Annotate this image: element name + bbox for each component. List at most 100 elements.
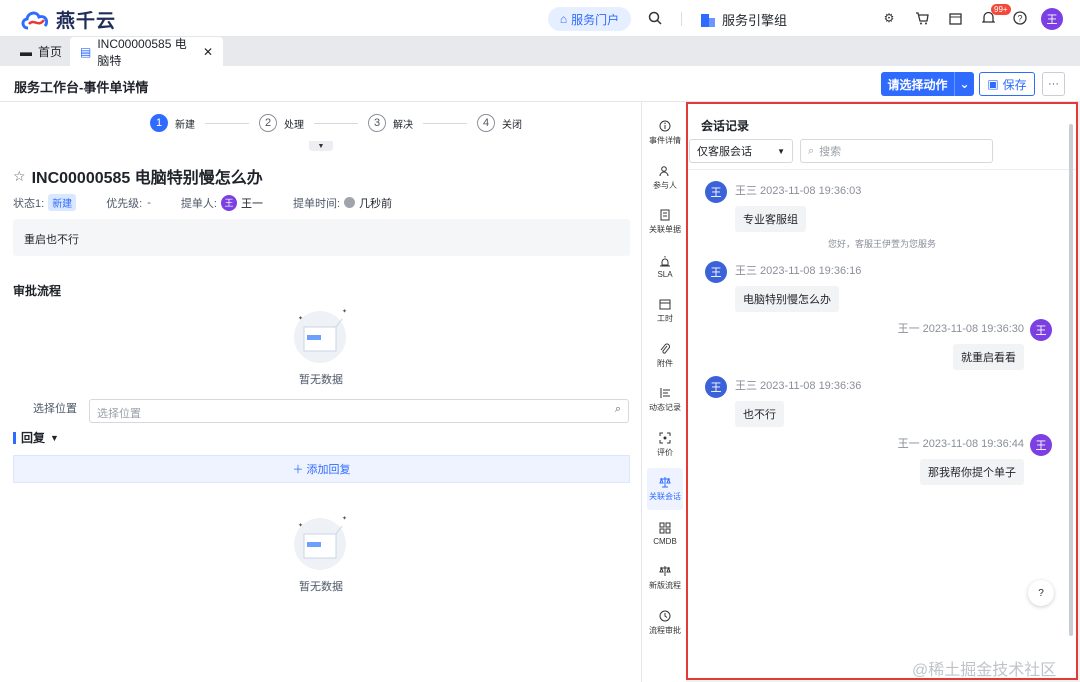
rail-item-activity-log[interactable]: 动态记录 [644,379,686,421]
side-rail: 事件详情 参与人 关联单据 SLA 工时 附件 动态记录 评价 关联会话 CMD… [641,102,686,682]
message-bubble: 也不行 [735,401,784,427]
rail-item-sla[interactable]: SLA [644,246,686,288]
tab-home-label: 首页 [38,45,63,59]
status-steps: 1 新建 2 处理 3 解决 4 关闭 [150,114,522,132]
watermark: @稀土掘金技术社区 [912,662,1057,679]
select-action-button[interactable]: 请选择动作 ⌄ [881,72,974,96]
chat-filter-select[interactable]: 仅客服会话 ▼ [689,139,793,163]
logo[interactable]: 燕千云 [20,6,116,33]
chat-filter-value: 仅客服会话 [697,146,752,158]
people-icon [659,166,669,177]
empty-box-icon: ✦✦ [294,308,347,363]
submitter-label: 提单人: [180,197,217,210]
location-input[interactable]: 选择位置 ⌕ [89,399,629,423]
scale-icon [659,477,671,488]
chat-message: 王三 2023-11-08 19:36:16 电脑特别慢怎么办 [735,262,861,312]
chat-search-input[interactable]: ⌕ 搜索 [800,139,993,163]
step-resolved: 3 解决 [368,114,413,132]
flow-icon [659,566,671,576]
cart-icon[interactable] [913,9,931,27]
service-group-selector[interactable]: 服务引擎组 [700,10,787,29]
add-reply-button[interactable]: ＋ 添加回复 [13,455,630,483]
message-sender-time: 王三 2023-11-08 19:36:36 [735,380,862,392]
rail-item-rating[interactable]: 评价 [644,424,686,466]
divider [688,169,1076,170]
scrollbar[interactable] [1069,124,1073,636]
floating-help-button[interactable]: ? [1028,580,1054,606]
avatar: 王 [705,181,727,203]
message-bubble: 那我帮你提个单子 [920,459,1024,485]
svg-text:?: ? [1017,14,1022,24]
chat-message: 王一 2023-11-08 19:36:30 就重启看看 [898,320,1024,370]
chevron-down-icon[interactable]: ⌄ [954,72,974,96]
chat-history-panel: 会话记录 仅客服会话 ▼ ⌕ 搜索 王 王三 2023-11-08 19:36:… [686,102,1078,680]
empty-box-icon: ✦✦ [294,515,347,570]
reply-section-toggle[interactable]: 回复 ▼ [13,429,59,446]
page-header: 服务工作台-事件单详情 请选择动作 ⌄ ▣ 保存 ··· [0,66,1080,102]
section-bar [13,431,16,444]
rail-item-new-flow[interactable]: 新版流程 [644,557,686,599]
user-avatar[interactable]: 王 [1041,8,1063,30]
help-icon[interactable]: ? [1011,9,1029,27]
rail-item-incident-detail[interactable]: 事件详情 [644,112,686,154]
message-bubble: 就重启看看 [953,344,1024,370]
rail-item-participants[interactable]: 参与人 [644,157,686,199]
service-portal-button[interactable]: ⌂ 服务门户 [548,7,631,31]
step-new: 1 新建 [150,114,195,132]
info-icon [659,120,671,132]
star-icon[interactable]: ☆ [13,168,26,185]
clock-icon [344,197,356,208]
add-reply-label: 添加回复 [306,464,351,476]
step-processing: 2 处理 [259,114,304,132]
service-group-label: 服务引擎组 [722,13,788,28]
incident-title-row: ☆ INC00000585 电脑特别慢怎么办 [13,164,263,188]
rail-item-flow-approval[interactable]: 流程审批 [644,602,686,644]
close-icon[interactable]: ✕ [203,45,213,59]
rail-item-work-hours[interactable]: 工时 [644,290,686,332]
location-placeholder: 选择位置 [97,408,141,420]
calendar-icon[interactable] [946,9,964,27]
chat-message: 王三 2023-11-08 19:36:36 也不行 [735,377,861,427]
top-bar: 燕千云 ⌂ 服务门户 服务引擎组 ⚙ 99+ ? 王 [0,0,1080,37]
rail-item-cmdb[interactable]: CMDB [644,513,686,555]
settings-icon[interactable]: ⚙ [880,9,898,27]
svg-text:✦: ✦ [342,515,347,522]
location-label: 选择位置 [33,403,77,415]
tab-home[interactable]: ▬ 首页 [10,37,72,66]
rail-item-attachments[interactable]: 附件 [644,335,686,377]
status-badge: 新建 [48,194,77,211]
plus-icon: ＋ [292,464,304,476]
home-icon: ⌂ [559,12,568,26]
tab-incident[interactable]: ▤ INC00000585 电脑特 ✕ [70,37,223,68]
approval-empty-text: 暂无数据 [299,374,343,386]
message-bubble: 专业客服组 [735,206,806,232]
logo-text: 燕千云 [56,11,117,32]
more-button[interactable]: ··· [1042,72,1065,96]
chat-title: 会话记录 [701,119,750,133]
save-button[interactable]: ▣ 保存 [979,72,1035,96]
notification-badge: 99+ [991,4,1011,15]
rail-item-linked-sessions[interactable]: 关联会话 [647,468,683,510]
priority-label: 优先级: [106,197,143,210]
chat-message: 王一 2023-11-08 19:36:44 那我帮你提个单子 [898,435,1024,485]
avatar: 王 [705,376,727,398]
step-closed: 4 关闭 [477,114,522,132]
svg-text:✦: ✦ [298,522,303,529]
search-icon: ⌕ [614,403,621,415]
rail-item-linked-tickets[interactable]: 关联单据 [644,201,686,243]
page-title: 服务工作台-事件单详情 [14,80,149,95]
search-icon: ⌕ [808,144,815,157]
paperclip-icon [660,343,670,354]
submit-time-label: 提单时间: [292,197,341,210]
service-portal-label: 服务门户 [571,12,620,27]
collapse-toggle[interactable]: ▼ [309,141,333,151]
search-icon[interactable] [646,9,664,27]
calendar-icon [659,299,671,310]
avatar: 王 [1030,434,1052,456]
incident-title: INC00000585 电脑特别慢怎么办 [31,170,263,187]
chat-search-placeholder: 搜索 [819,146,842,158]
submitter-name: 王一 [240,197,263,210]
clock-icon [659,610,671,622]
home-tab-icon: ▬ [20,44,32,59]
caret-down-icon: ▼ [50,432,59,443]
